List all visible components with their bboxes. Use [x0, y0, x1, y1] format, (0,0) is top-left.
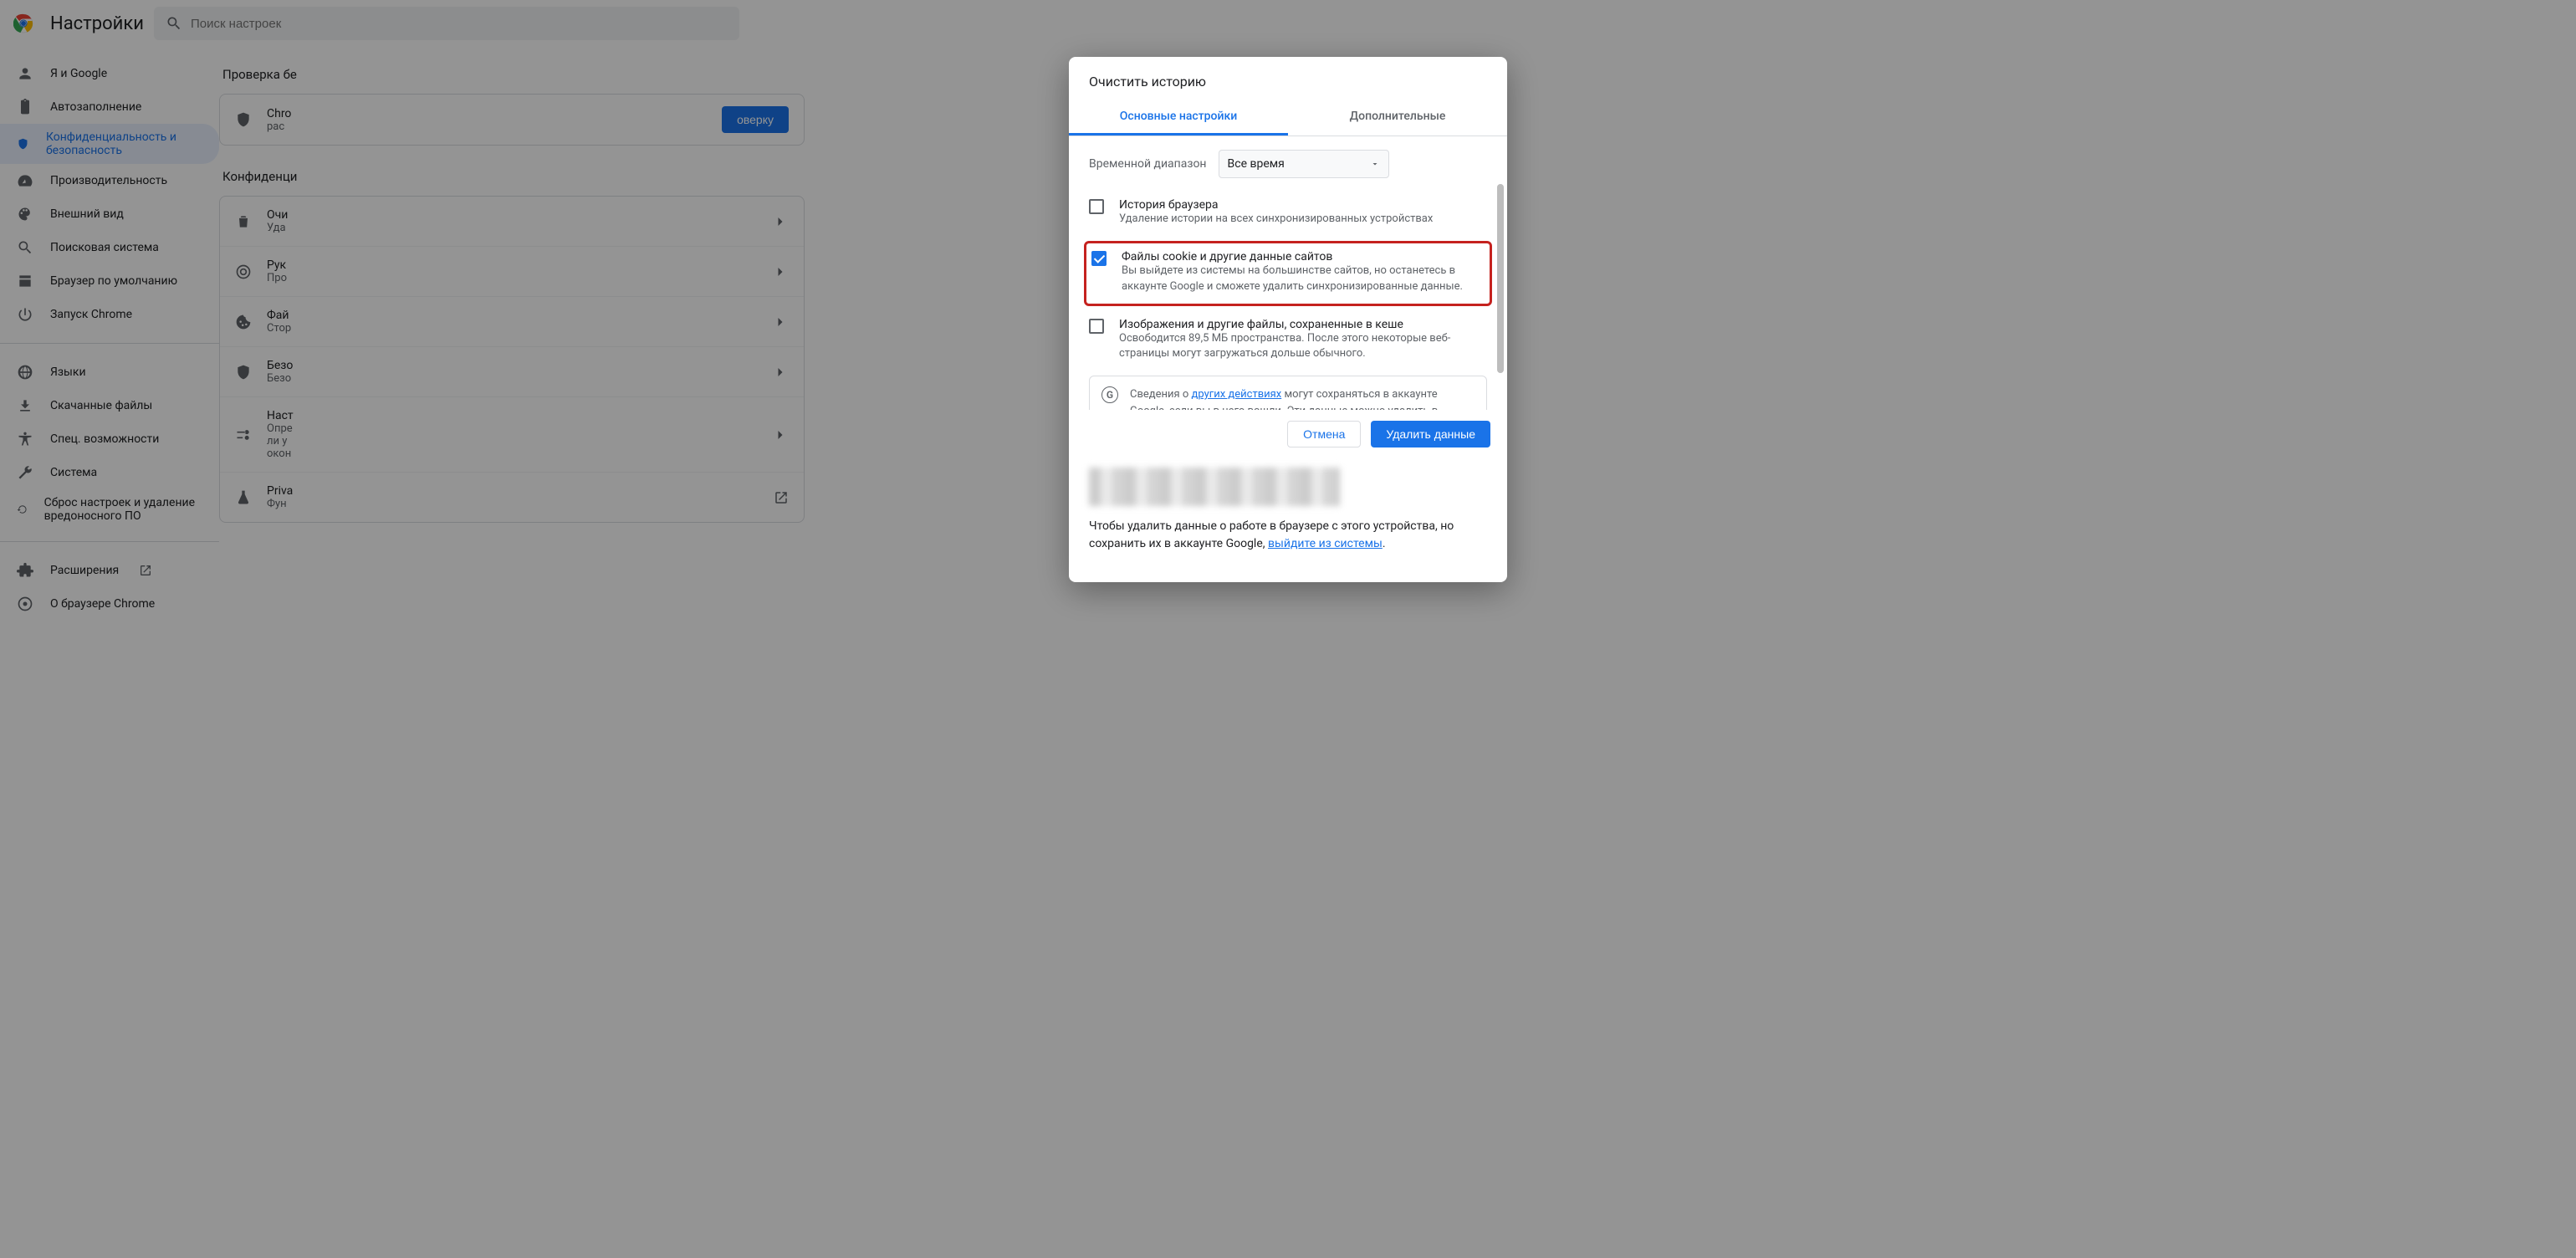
option-sub: Удаление истории на всех синхронизирован…: [1119, 212, 1433, 228]
dialog-title: Очистить историю: [1069, 57, 1507, 100]
dialog-lower: Чтобы удалить данные о работе в браузере…: [1069, 458, 1507, 568]
option-sub: Вы выйдете из системы на большинстве сай…: [1122, 263, 1485, 295]
time-range-value: Все время: [1228, 157, 1285, 171]
checkbox-cookies[interactable]: [1091, 251, 1107, 266]
option-cookies[interactable]: Файлы cookie и другие данные сайтов Вы в…: [1084, 241, 1492, 306]
modal-overlay: Очистить историю Основные настройки Допо…: [0, 0, 2576, 1258]
redacted-content: [1089, 468, 1340, 506]
dialog-tabs: Основные настройки Дополнительные: [1069, 100, 1507, 136]
option-cached[interactable]: Изображения и другие файлы, сохраненные …: [1089, 311, 1487, 371]
dialog-actions: Отмена Удалить данные: [1069, 411, 1507, 458]
checkbox-browsing-history[interactable]: [1089, 199, 1104, 214]
option-title: Файлы cookie и другие данные сайтов: [1122, 250, 1485, 263]
option-title: История браузера: [1119, 198, 1433, 212]
dropdown-arrow-icon: [1370, 159, 1380, 169]
google-logo-icon: G: [1101, 386, 1118, 403]
cancel-button[interactable]: Отмена: [1287, 421, 1361, 447]
clear-browsing-data-dialog: Очистить историю Основные настройки Допо…: [1069, 57, 1507, 582]
option-title: Изображения и другие файлы, сохраненные …: [1119, 318, 1487, 331]
dialog-scroll-area[interactable]: Временной диапазон Все время История бра…: [1069, 136, 1507, 411]
other-activity-link[interactable]: других действиях: [1192, 388, 1282, 401]
signout-note: Чтобы удалить данные о работе в браузере…: [1089, 518, 1487, 553]
time-range-select[interactable]: Все время: [1219, 150, 1389, 178]
checkbox-cached[interactable]: [1089, 319, 1104, 334]
sign-out-link[interactable]: выйдите из системы: [1268, 537, 1383, 550]
option-browsing-history[interactable]: История браузера Удаление истории на все…: [1089, 192, 1487, 236]
dialog-scrollbar[interactable]: [1497, 184, 1504, 373]
info-box: G Сведения о других действиях могут сохр…: [1089, 376, 1487, 411]
info-text: Сведения о других действиях могут сохран…: [1130, 386, 1475, 411]
tab-advanced[interactable]: Дополнительные: [1288, 100, 1507, 136]
time-range-label: Временной диапазон: [1089, 157, 1207, 171]
tab-basic[interactable]: Основные настройки: [1069, 100, 1288, 136]
option-sub: Освободится 89,5 МБ пространства. После …: [1119, 331, 1487, 363]
clear-data-button[interactable]: Удалить данные: [1371, 421, 1490, 447]
